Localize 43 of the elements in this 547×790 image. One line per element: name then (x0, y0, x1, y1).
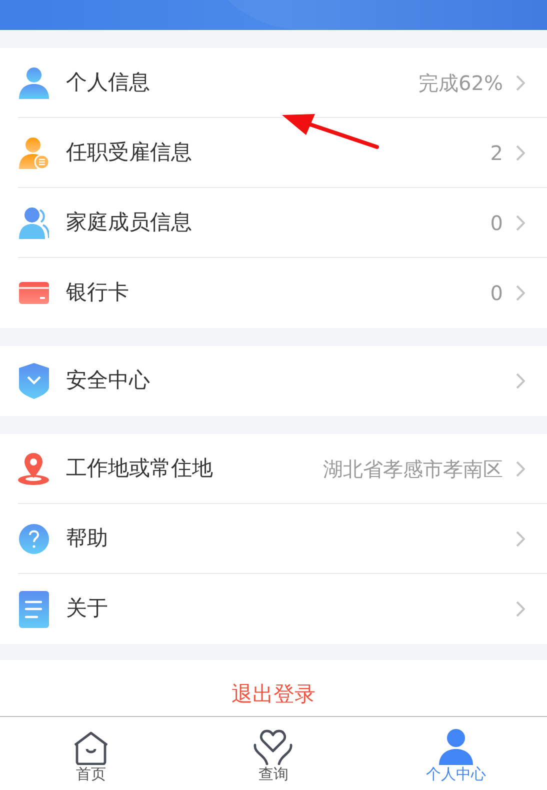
item-value: 完成62% (418, 70, 503, 97)
item-value: 0 (490, 210, 503, 237)
tab[interactable]: 首页 (0, 717, 182, 790)
person-icon (438, 729, 473, 765)
card-icon (18, 282, 48, 304)
chevron-right-icon (516, 461, 525, 477)
item-label: 银行卡 (66, 279, 130, 306)
chevron-right-icon (516, 531, 525, 547)
item-label: 关于 (66, 595, 109, 622)
list-item[interactable]: 工作地或常住地 湖北省孝感市孝南区 (0, 434, 547, 504)
item-value: 0 (490, 280, 503, 307)
person-icon (18, 137, 48, 169)
list-item[interactable]: 任职受雇信息 2 (0, 118, 547, 188)
chevron-right-icon (516, 75, 525, 91)
shield-icon (18, 363, 48, 399)
person-icon (18, 67, 48, 99)
list-item[interactable]: 家庭成员信息 0 (0, 188, 547, 258)
item-value: 2 (490, 140, 503, 167)
tab[interactable]: 查询 (182, 717, 365, 790)
location-pin-icon (18, 453, 49, 485)
help-icon (18, 524, 48, 554)
chevron-right-icon (516, 373, 525, 389)
item-label: 安全中心 (66, 367, 151, 394)
list-item[interactable]: 帮助 (0, 504, 547, 574)
chevron-right-icon (516, 145, 525, 161)
list-item[interactable]: 关于 (0, 574, 547, 644)
chevron-right-icon (516, 601, 525, 617)
chevron-right-icon (516, 285, 525, 301)
list-item[interactable]: 银行卡 0 (0, 258, 547, 328)
item-label: 个人信息 (66, 69, 151, 96)
list-item[interactable]: 个人信息 完成62% (0, 48, 547, 118)
heart-hands-icon (253, 729, 294, 765)
document-icon (18, 590, 48, 628)
chevron-right-icon (516, 215, 525, 231)
item-label: 帮助 (66, 525, 109, 552)
people-icon (18, 207, 48, 239)
item-label: 家庭成员信息 (66, 209, 193, 236)
item-value: 湖北省孝感市孝南区 (323, 456, 503, 483)
home-icon (73, 731, 110, 765)
list-item[interactable]: 安全中心 (0, 346, 547, 416)
item-label: 任职受雇信息 (66, 139, 193, 166)
tab[interactable]: 个人中心 (364, 717, 547, 790)
item-label: 工作地或常住地 (66, 455, 214, 482)
